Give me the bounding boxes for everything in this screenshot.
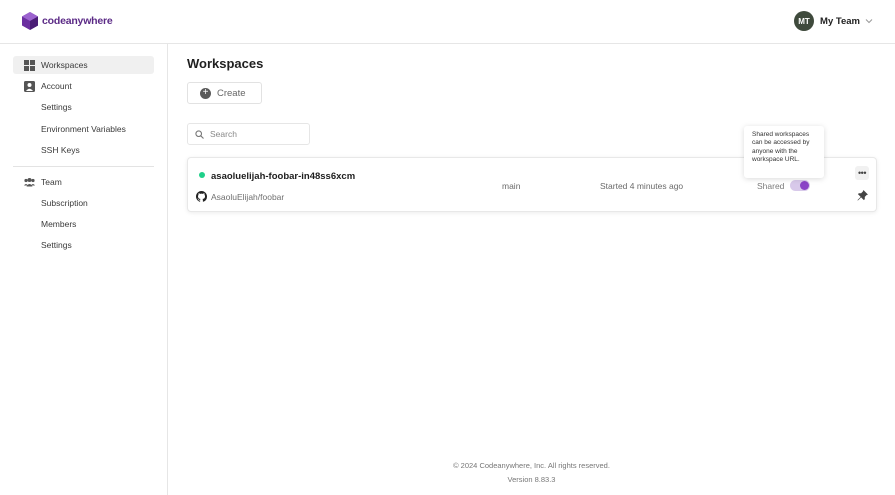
github-icon [196,191,207,202]
chevron-down-icon [865,19,873,24]
sidebar-item-label: Environment Variables [41,124,126,134]
pin-icon[interactable] [857,190,868,201]
sidebar-item-subscription[interactable]: Subscription [13,194,154,212]
sidebar-divider [13,166,154,167]
search-input[interactable] [210,129,300,139]
user-icon [24,80,35,92]
footer-version: Version 8.83.3 [507,475,556,484]
ellipsis-icon: ••• [858,168,866,178]
grid-icon [24,59,35,71]
logo[interactable]: codeanywhere [22,12,113,30]
create-label: Create [217,87,246,99]
started-time: Started 4 minutes ago [600,181,684,191]
shared-label: Shared [757,181,785,191]
avatar: MT [794,11,815,31]
footer-copyright: © 2024 Codeanywhere, Inc. All rights res… [453,461,610,470]
create-button[interactable]: + Create [187,82,262,104]
sidebar-item-label: SSH Keys [41,145,80,155]
branch-name: main [502,181,521,191]
toggle-knob [800,181,809,190]
cube-logo-icon [22,12,38,30]
sidebar-item-label: Members [41,219,77,229]
plus-icon: + [200,87,211,99]
sidebar-item-label: Account [41,81,72,91]
sidebar-item-members[interactable]: Members [13,215,154,233]
sidebar-item-label: Team [41,177,62,187]
more-options-button[interactable]: ••• [855,166,869,180]
sidebar-item-account-settings[interactable]: Settings [13,98,154,116]
sidebar-item-environment-variables[interactable]: Environment Variables [13,120,154,138]
page-title: Workspaces [187,56,264,71]
sidebar-item-label: Subscription [41,198,88,208]
team-name: My Team [820,15,860,27]
status-dot [199,172,205,178]
sidebar-item-team[interactable]: Team [13,173,154,191]
sidebar: Workspaces Account Settings Environment … [0,44,168,495]
sidebar-item-ssh-keys[interactable]: SSH Keys [13,141,154,159]
logo-text: codeanywhere [42,15,113,27]
top-bar: codeanywhere MT My Team [0,0,895,44]
sidebar-item-team-settings[interactable]: Settings [13,236,154,254]
shared-tooltip: Shared workspaces can be accessed by any… [744,126,824,178]
search-box [187,123,310,145]
sidebar-item-account[interactable]: Account [13,77,154,95]
workspace-name[interactable]: asaoluelijah-foobar-in48ss6xcm [211,171,355,182]
sidebar-item-label: Settings [41,240,72,250]
sidebar-item-label: Settings [41,102,72,112]
team-icon [24,177,35,188]
shared-toggle[interactable] [790,180,810,191]
repository-link[interactable]: AsaoluElijah/foobar [211,192,284,202]
sidebar-item-label: Workspaces [41,60,88,70]
team-switcher[interactable]: MT My Team [794,11,873,31]
sidebar-item-workspaces[interactable]: Workspaces [13,56,154,74]
search-icon [195,129,204,139]
